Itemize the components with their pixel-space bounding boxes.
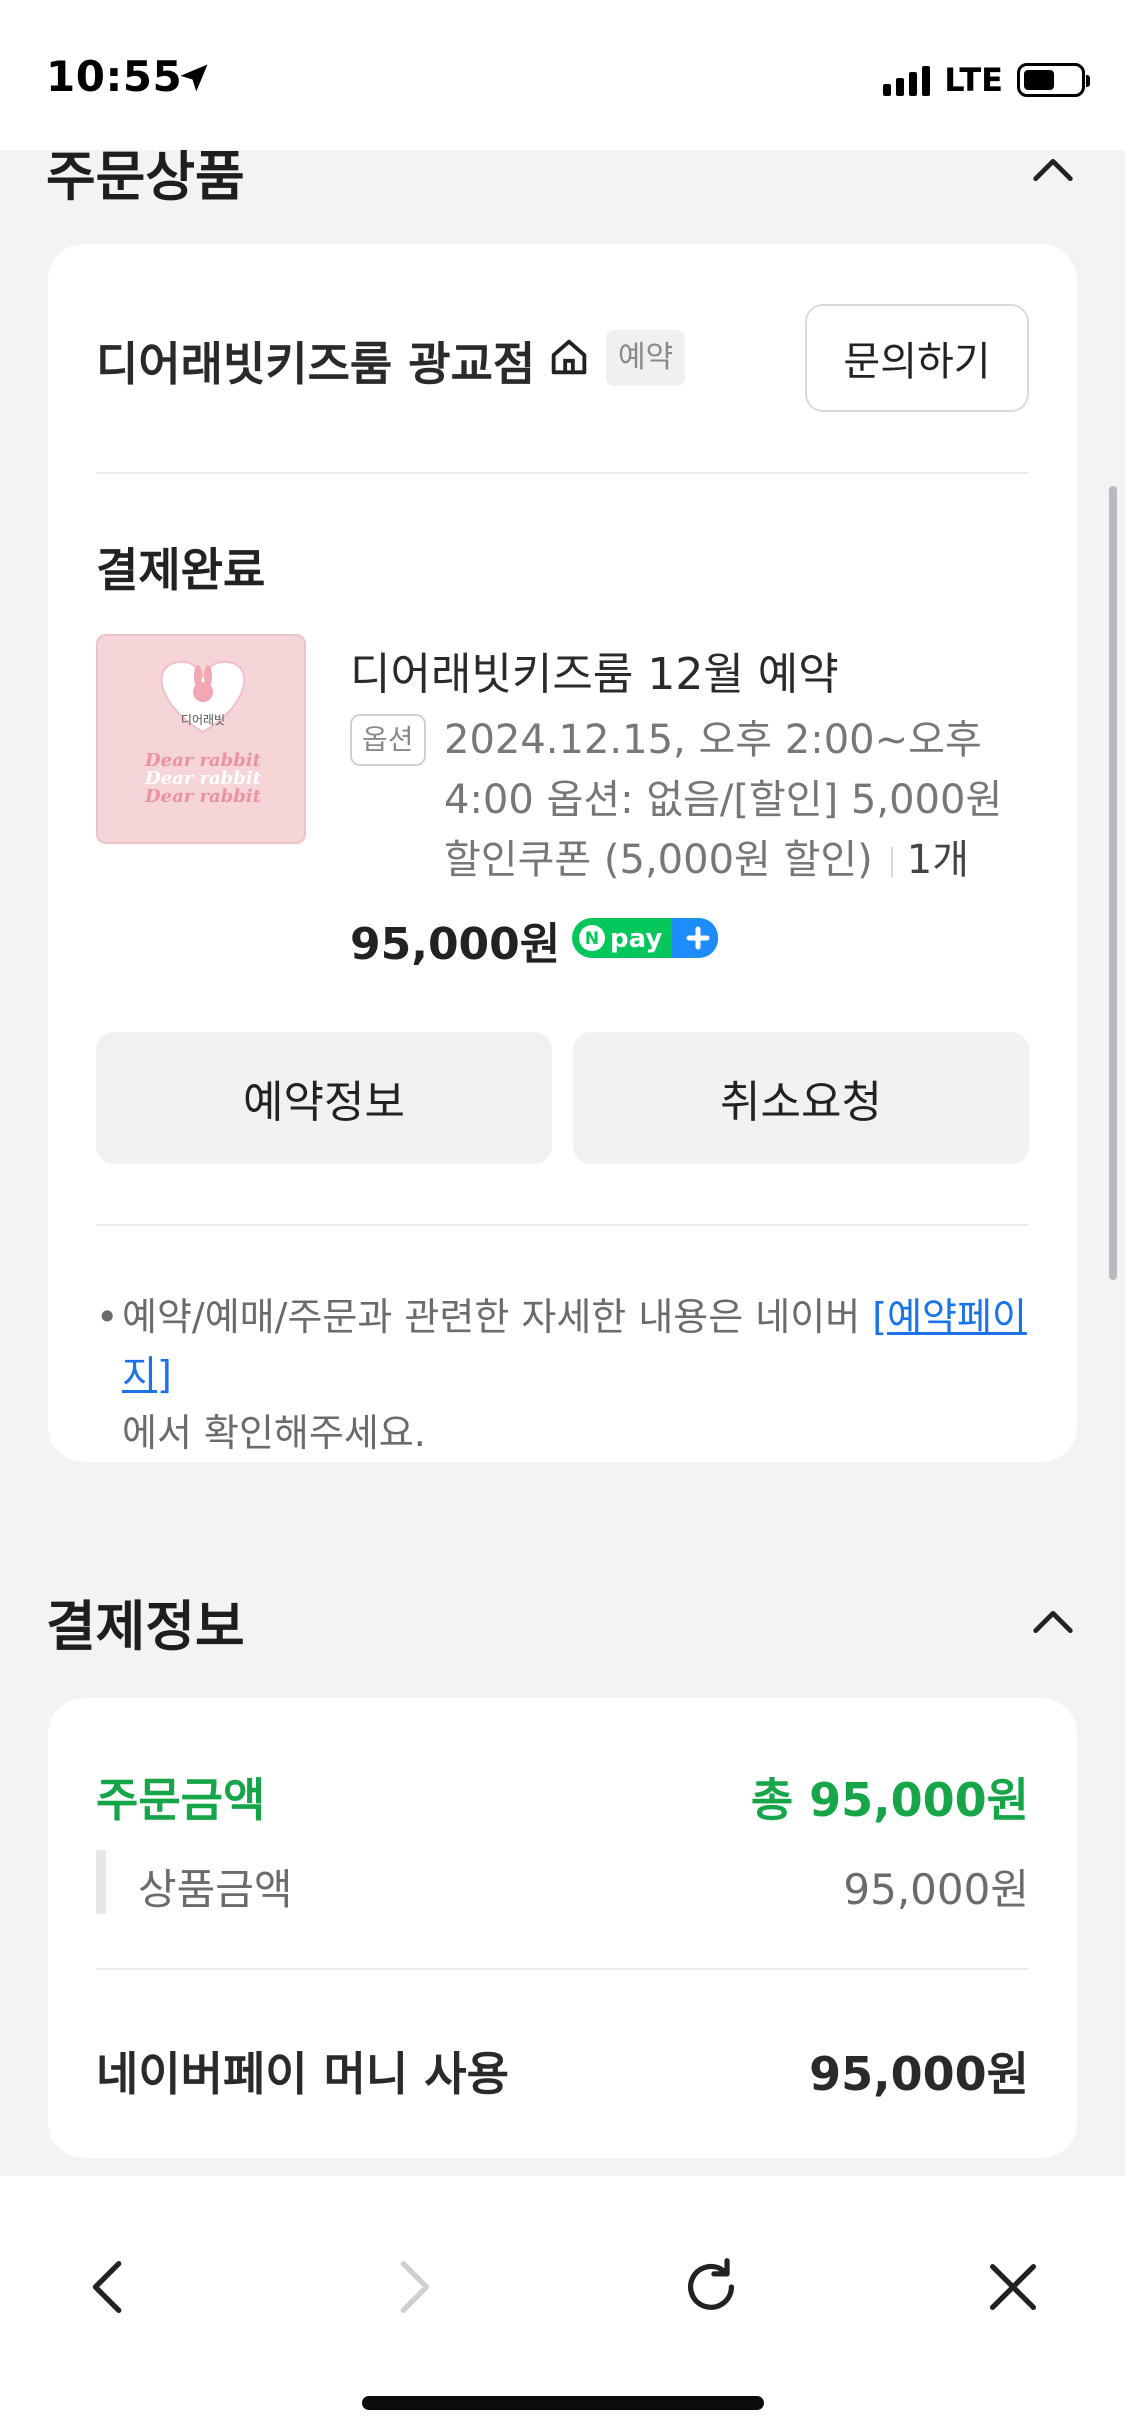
svg-text:pay: pay	[610, 924, 662, 954]
npay-money-value: 95,000원	[809, 2047, 1029, 2101]
cancel-request-button[interactable]: 취소요청	[573, 1032, 1029, 1164]
product-amount-value: 95,000원	[843, 1865, 1029, 1914]
chevron-up-icon[interactable]	[1027, 144, 1079, 196]
divider	[96, 1224, 1029, 1226]
order-amount-label: 주문금액	[96, 1773, 266, 1827]
location-arrow-icon	[180, 64, 208, 92]
option-badge: 옵션	[350, 714, 426, 766]
product-name[interactable]: 디어래빗키즈룸 12월 예약	[350, 638, 839, 702]
separator	[890, 847, 893, 877]
product-amount-label: 상품금액	[138, 1865, 293, 1914]
quantity: 1개	[906, 837, 970, 883]
divider	[96, 1968, 1029, 1970]
reservation-badge: 예약	[606, 330, 686, 386]
battery-icon	[1017, 63, 1090, 97]
svg-text:N: N	[585, 929, 599, 949]
notice-suffix: 에서 확인해주세요.	[122, 1411, 426, 1455]
npay-plus-icon: N pay	[572, 918, 718, 958]
reload-icon[interactable]	[676, 2252, 746, 2322]
indent-bar	[96, 1850, 106, 1914]
signal-icon	[883, 64, 931, 96]
svg-text:Dear rabbit: Dear rabbit	[144, 786, 262, 807]
bullet: •	[96, 1295, 119, 1339]
notice-prefix: 예약/예매/주문과 관련한 자세한 내용은 네이버	[122, 1295, 873, 1339]
forward-icon[interactable]	[377, 2252, 447, 2322]
store-name[interactable]: 디어래빗키즈룸 광교점	[96, 328, 535, 394]
order-card: 디어래빗키즈룸 광교점 예약 문의하기 결제완료 디어래빗 Dear rabbi…	[48, 244, 1077, 1462]
status-bar: 10:55 LTE	[0, 0, 1125, 150]
npay-money-label: 네이버페이 머니 사용	[96, 2047, 509, 2101]
close-icon[interactable]	[978, 2252, 1048, 2322]
divider	[96, 472, 1029, 474]
status-indicators: LTE	[883, 60, 1090, 100]
back-icon[interactable]	[75, 2252, 145, 2322]
inquiry-button[interactable]: 문의하기	[805, 304, 1029, 412]
notice-text: • 예약/예매/주문과 관련한 자세한 내용은 네이버 [예약페이지] 에서 확인…	[96, 1288, 1036, 1462]
network-label: LTE	[944, 61, 1003, 99]
svg-text:디어래빗: 디어래빗	[181, 713, 225, 727]
product-thumbnail[interactable]: 디어래빗 Dear rabbit Dear rabbit Dear rabbit	[96, 634, 306, 844]
payment-card: 주문금액 총 95,000원 상품금액 95,000원 네이버페이 머니 사용 …	[48, 1698, 1077, 2158]
home-icon[interactable]	[546, 334, 592, 380]
home-indicator[interactable]	[362, 2396, 764, 2410]
order-amount-row: 주문금액 총 95,000원	[96, 1764, 1029, 1830]
option-details: 2024.12.15, 오후 2:00~오후 4:00 옵션: 없음/[할인] …	[444, 710, 1034, 890]
npay-money-row: 네이버페이 머니 사용 95,000원	[96, 2038, 1029, 2104]
chevron-up-icon[interactable]	[1027, 1596, 1079, 1648]
reservation-info-button[interactable]: 예약정보	[96, 1032, 552, 1164]
order-amount-total: 총 95,000원	[750, 1773, 1029, 1827]
status-time: 10:55	[46, 52, 183, 101]
scrollbar[interactable]	[1109, 486, 1117, 1280]
payment-section-title: 결제정보	[46, 1595, 245, 1658]
product-price: 95,000원	[350, 919, 561, 970]
product-amount-row: 상품금액 95,000원	[96, 1850, 1029, 1917]
rabbit-logo-image: 디어래빗 Dear rabbit Dear rabbit Dear rabbit	[144, 660, 262, 807]
payment-status: 결제완료	[96, 543, 266, 597]
